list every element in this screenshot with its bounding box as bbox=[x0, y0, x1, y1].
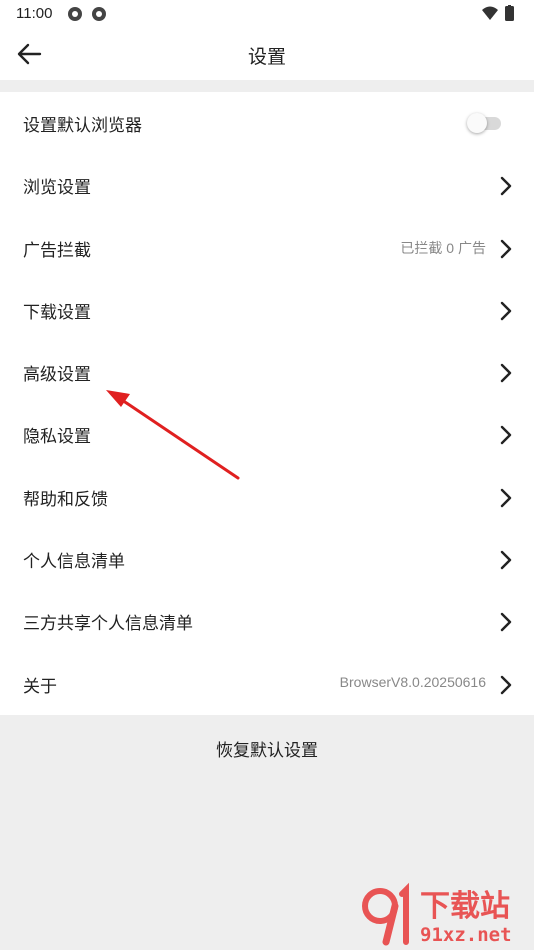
settings-item-personal-info[interactable]: 个人信息清单 bbox=[0, 528, 534, 590]
chevron-right-icon bbox=[500, 613, 512, 632]
header-divider bbox=[0, 80, 534, 92]
chevron-right-icon bbox=[500, 301, 512, 321]
settings-item-label: 关于 bbox=[23, 676, 57, 697]
settings-item-adblock[interactable]: 广告拦截 已拦截 0 广告 bbox=[0, 217, 534, 279]
settings-item-label: 个人信息清单 bbox=[23, 552, 125, 573]
chevron-right-icon bbox=[500, 239, 512, 258]
chevron-right-icon bbox=[500, 426, 512, 445]
watermark-brand: 下载站 bbox=[420, 889, 510, 924]
status-time: 11:00 bbox=[16, 5, 53, 22]
chevron-right-icon bbox=[500, 177, 512, 196]
default-browser-toggle[interactable] bbox=[467, 113, 501, 133]
status-notification-icons bbox=[66, 5, 110, 27]
chevron-right-icon bbox=[500, 675, 512, 694]
notification-icon bbox=[68, 7, 106, 21]
adblock-count: 已拦截 0 广告 bbox=[400, 239, 486, 256]
default-browser-label: 设置默认浏览器 bbox=[23, 116, 142, 136]
settings-item-label: 浏览设置 bbox=[23, 178, 91, 199]
settings-item-browse[interactable]: 浏览设置 bbox=[0, 154, 534, 216]
status-bar: 11:00 bbox=[0, 0, 534, 28]
toggle-thumb bbox=[467, 113, 487, 133]
status-system-icons bbox=[480, 5, 520, 27]
settings-item-help[interactable]: 帮助和反馈 bbox=[0, 466, 534, 528]
watermark-logo: 下载站 91xz.net bbox=[362, 882, 512, 946]
settings-list: 设置默认浏览器 浏览设置 广告拦截 已拦截 0 广告 下载设置 高级设置 隐私设… bbox=[0, 92, 534, 715]
default-browser-row[interactable]: 设置默认浏览器 bbox=[0, 92, 534, 154]
page-title: 设置 bbox=[247, 46, 286, 68]
settings-item-third-party[interactable]: 三方共享个人信息清单 bbox=[0, 590, 534, 652]
settings-item-advanced[interactable]: 高级设置 bbox=[0, 341, 534, 403]
settings-item-download[interactable]: 下载设置 bbox=[0, 279, 534, 341]
settings-item-privacy[interactable]: 隐私设置 bbox=[0, 403, 534, 465]
settings-item-label: 帮助和反馈 bbox=[23, 489, 108, 510]
settings-item-label: 下载设置 bbox=[23, 302, 91, 323]
settings-item-label: 广告拦截 bbox=[23, 240, 91, 261]
chevron-right-icon bbox=[500, 488, 512, 507]
settings-item-about[interactable]: 关于 BrowserV8.0.20250616 bbox=[0, 653, 534, 715]
settings-item-label: 三方共享个人信息清单 bbox=[23, 614, 193, 635]
settings-item-label: 高级设置 bbox=[23, 365, 91, 386]
reset-defaults-button[interactable]: 恢复默认设置 bbox=[0, 718, 534, 784]
app-bar: 设置 bbox=[0, 28, 534, 80]
watermark-site: 91xz.net bbox=[420, 924, 512, 946]
settings-item-label: 隐私设置 bbox=[23, 427, 91, 448]
version-text: BrowserV8.0.20250616 bbox=[339, 673, 486, 690]
chevron-right-icon bbox=[500, 363, 512, 383]
wifi-battery-icon bbox=[482, 5, 514, 21]
chevron-right-icon bbox=[500, 550, 512, 570]
